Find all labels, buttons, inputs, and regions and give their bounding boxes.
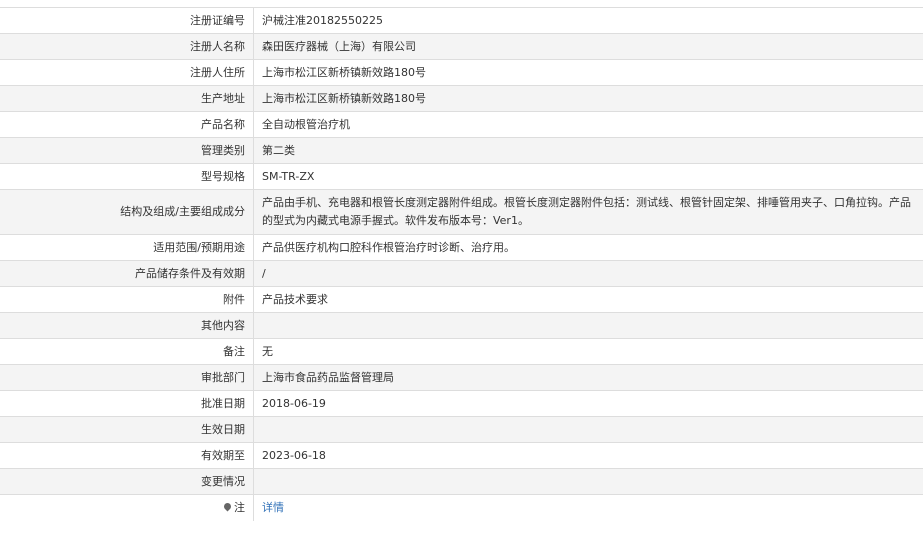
value-management-category: 第二类 — [254, 138, 923, 164]
label-approval-department: 审批部门 — [0, 365, 254, 391]
row-storage-validity: 产品储存条件及有效期 / — [0, 261, 923, 287]
label-registration-number: 注册证编号 — [0, 8, 254, 34]
label-remarks: 备注 — [0, 339, 254, 365]
value-product-name: 全自动根管治疗机 — [254, 112, 923, 138]
value-remarks: 无 — [254, 339, 923, 365]
value-registrant-name: 森田医疗器械（上海）有限公司 — [254, 34, 923, 60]
row-model-spec: 型号规格 SM-TR-ZX — [0, 164, 923, 190]
row-product-name: 产品名称 全自动根管治疗机 — [0, 112, 923, 138]
label-expiry-date: 有效期至 — [0, 443, 254, 469]
label-intended-use: 适用范围/预期用途 — [0, 235, 254, 261]
value-effective-date — [254, 417, 923, 443]
row-effective-date: 生效日期 — [0, 417, 923, 443]
row-attachment: 附件 产品技术要求 — [0, 287, 923, 313]
label-registrant-address: 注册人住所 — [0, 60, 254, 86]
value-registration-number: 沪械注准20182550225 — [254, 8, 923, 34]
value-approval-department: 上海市食品药品监督管理局 — [254, 365, 923, 391]
row-approval-department: 审批部门 上海市食品药品监督管理局 — [0, 365, 923, 391]
row-structure-composition: 结构及组成/主要组成成分 产品由手机、充电器和根管长度测定器附件组成。根管长度测… — [0, 190, 923, 235]
note-label: 注 — [234, 501, 245, 514]
label-model-spec: 型号规格 — [0, 164, 254, 190]
value-change-history — [254, 469, 923, 495]
value-storage-validity: / — [254, 261, 923, 287]
label-effective-date: 生效日期 — [0, 417, 254, 443]
row-registrant-name: 注册人名称 森田医疗器械（上海）有限公司 — [0, 34, 923, 60]
label-registrant-name: 注册人名称 — [0, 34, 254, 60]
label-attachment: 附件 — [0, 287, 254, 313]
row-change-history: 变更情况 — [0, 469, 923, 495]
value-other-content — [254, 313, 923, 339]
row-intended-use: 适用范围/预期用途 产品供医疗机构口腔科作根管治疗时诊断、治疗用。 — [0, 235, 923, 261]
row-expiry-date: 有效期至 2023-06-18 — [0, 443, 923, 469]
label-storage-validity: 产品储存条件及有效期 — [0, 261, 254, 287]
row-production-address: 生产地址 上海市松江区新桥镇新效路180号 — [0, 86, 923, 112]
label-structure-composition: 结构及组成/主要组成成分 — [0, 190, 254, 235]
label-production-address: 生产地址 — [0, 86, 254, 112]
label-change-history: 变更情况 — [0, 469, 254, 495]
label-product-name: 产品名称 — [0, 112, 254, 138]
value-expiry-date: 2023-06-18 — [254, 443, 923, 469]
pin-icon — [223, 501, 233, 511]
label-management-category: 管理类别 — [0, 138, 254, 164]
value-structure-composition: 产品由手机、充电器和根管长度测定器附件组成。根管长度测定器附件包括：测试线、根管… — [254, 190, 923, 235]
registration-detail-table: 注册证编号 沪械注准20182550225 注册人名称 森田医疗器械（上海）有限… — [0, 7, 923, 521]
label-other-content: 其他内容 — [0, 313, 254, 339]
label-approval-date: 批准日期 — [0, 391, 254, 417]
detail-link[interactable]: 详情 — [262, 501, 284, 514]
row-approval-date: 批准日期 2018-06-19 — [0, 391, 923, 417]
row-registrant-address: 注册人住所 上海市松江区新桥镇新效路180号 — [0, 60, 923, 86]
row-other-content: 其他内容 — [0, 313, 923, 339]
row-note: 注 详情 — [0, 495, 923, 521]
value-intended-use: 产品供医疗机构口腔科作根管治疗时诊断、治疗用。 — [254, 235, 923, 261]
value-note: 详情 — [254, 495, 923, 521]
value-attachment: 产品技术要求 — [254, 287, 923, 313]
row-remarks: 备注 无 — [0, 339, 923, 365]
value-model-spec: SM-TR-ZX — [254, 164, 923, 190]
value-approval-date: 2018-06-19 — [254, 391, 923, 417]
label-note: 注 — [0, 495, 254, 521]
row-registration-number: 注册证编号 沪械注准20182550225 — [0, 8, 923, 34]
row-management-category: 管理类别 第二类 — [0, 138, 923, 164]
value-production-address: 上海市松江区新桥镇新效路180号 — [254, 86, 923, 112]
value-registrant-address: 上海市松江区新桥镇新效路180号 — [254, 60, 923, 86]
